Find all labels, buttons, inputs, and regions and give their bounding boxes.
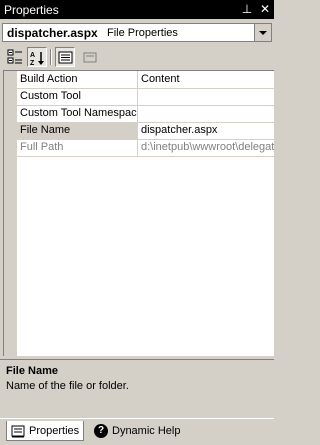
property-row-file-name[interactable]: File Name dispatcher.aspx	[17, 122, 275, 140]
property-value[interactable]: dispatcher.aspx	[141, 122, 275, 139]
grid-margin	[4, 71, 17, 356]
alphabetical-icon: A Z	[30, 52, 44, 66]
description-pane: File Name Name of the file or folder.	[0, 359, 274, 415]
property-value[interactable]: Content	[141, 71, 275, 88]
property-pages-icon	[83, 52, 97, 63]
categorized-button[interactable]	[5, 47, 25, 67]
object-name: dispatcher.aspx	[7, 26, 98, 40]
property-row-custom-tool-namespace[interactable]: Custom Tool Namespace	[17, 105, 275, 123]
svg-text:Z: Z	[30, 60, 35, 66]
property-name: Full Path	[17, 139, 138, 156]
categorized-icon	[7, 49, 22, 64]
tab-properties[interactable]: Properties	[6, 421, 84, 441]
property-pages-button[interactable]	[80, 47, 100, 67]
svg-text:A: A	[30, 52, 35, 59]
alphabetical-button[interactable]: A Z	[27, 47, 47, 67]
property-grid: Build Action Content Custom Tool Custom …	[3, 70, 275, 356]
toolbar-separator	[50, 49, 52, 65]
properties-icon	[58, 51, 73, 64]
tab-label: Dynamic Help	[112, 425, 181, 437]
object-selector[interactable]: dispatcher.aspx File Properties	[2, 23, 272, 42]
property-name: Build Action	[17, 71, 138, 88]
tab-strip: Properties ? Dynamic Help	[0, 418, 274, 445]
property-row-custom-tool[interactable]: Custom Tool	[17, 88, 275, 106]
chevron-down-icon[interactable]	[254, 24, 271, 41]
toolbar: A Z	[0, 46, 274, 68]
properties-tab-icon	[11, 425, 25, 438]
properties-button[interactable]	[55, 47, 75, 67]
property-row-full-path[interactable]: Full Path d:\inetpub\wwwroot\delegat	[17, 139, 275, 157]
tab-label: Properties	[29, 425, 80, 437]
property-value[interactable]	[141, 105, 275, 122]
close-icon[interactable]: ✕	[258, 2, 272, 16]
description-title: File Name	[6, 365, 58, 377]
tab-dynamic-help[interactable]: ? Dynamic Help	[90, 421, 185, 441]
property-row-build-action[interactable]: Build Action Content	[17, 71, 275, 89]
description-text: Name of the file or folder.	[6, 380, 129, 392]
pin-icon[interactable]: ⊥	[240, 2, 254, 16]
property-name: Custom Tool Namespace	[17, 105, 138, 122]
title-bar: Properties ⊥ ✕	[0, 0, 274, 19]
help-icon: ?	[94, 424, 108, 438]
property-name: Custom Tool	[17, 88, 138, 105]
property-value[interactable]: d:\inetpub\wwwroot\delegat	[141, 139, 275, 156]
object-type: File Properties	[107, 27, 178, 39]
property-name: File Name	[17, 122, 138, 139]
window-title: Properties	[4, 3, 59, 17]
property-value[interactable]	[141, 88, 275, 105]
